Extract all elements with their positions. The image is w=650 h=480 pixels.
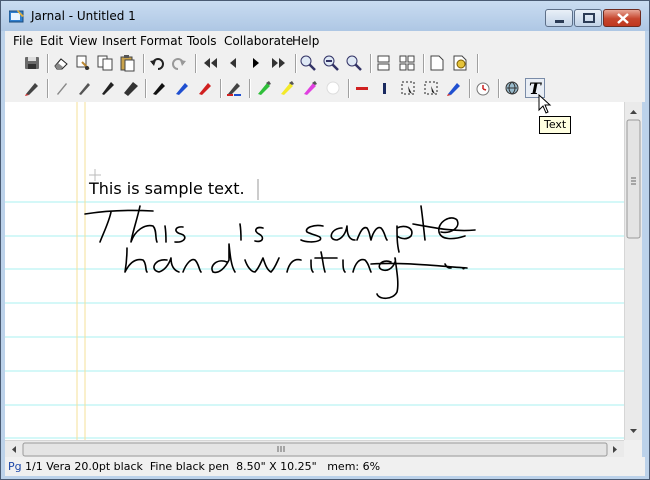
toolbar-separator <box>423 54 425 73</box>
red-pen-icon[interactable] <box>196 79 214 97</box>
broad-pencil-icon[interactable] <box>122 79 140 97</box>
next-page-icon[interactable] <box>247 54 265 72</box>
menu-file[interactable]: File <box>13 34 33 48</box>
menu-insert[interactable]: Insert <box>102 34 136 48</box>
menu-bar: File Edit View Insert Format Tools Colla… <box>5 31 645 51</box>
handwriting-ink <box>84 205 476 300</box>
horizontal-scrollbar-track <box>12 442 617 457</box>
undo-icon[interactable] <box>148 54 166 72</box>
scroll-down-icon <box>630 429 637 433</box>
sample-text-box[interactable]: This is sample text. <box>89 179 245 198</box>
toolbar-separator <box>477 54 479 73</box>
mouse-cursor-icon <box>538 94 552 114</box>
horizontal-scrollbar[interactable] <box>5 440 624 458</box>
status-bar: Pg 1/1 Vera 20.0pt black Fine black pen … <box>5 457 645 476</box>
close-icon <box>617 13 629 24</box>
toolbar-separator <box>469 79 471 98</box>
menu-format[interactable]: Format <box>140 34 182 48</box>
green-highlighter-icon[interactable] <box>255 79 273 97</box>
status-details: 1/1 Vera 20.0pt black Fine black pen 8.5… <box>25 460 381 473</box>
blue-pen-icon[interactable] <box>173 79 191 97</box>
toolbar-separator <box>370 54 372 73</box>
menu-help[interactable]: Help <box>292 34 319 48</box>
close-button[interactable] <box>603 9 641 27</box>
toolbar-separator <box>220 79 222 98</box>
vertical-scrollbar[interactable] <box>624 102 642 440</box>
save-icon[interactable] <box>23 54 41 72</box>
redo-icon[interactable] <box>170 54 188 72</box>
eraser-tool-icon[interactable] <box>445 79 463 97</box>
scroll-left-icon <box>12 446 16 453</box>
grid-layout-icon[interactable] <box>398 54 416 72</box>
toolbar-separator <box>348 79 350 98</box>
jarnal-app-icon <box>9 10 24 23</box>
magenta-highlighter-icon[interactable] <box>301 79 319 97</box>
scroll-up-icon <box>630 110 637 114</box>
zoom-fit-icon[interactable] <box>345 54 363 72</box>
thick-pencil-icon[interactable] <box>99 79 117 97</box>
maximize-icon <box>583 13 595 23</box>
clock-icon[interactable] <box>474 79 492 97</box>
menu-view[interactable]: View <box>69 34 97 48</box>
cut-icon[interactable] <box>74 54 92 72</box>
pen-mix-icon[interactable] <box>225 79 243 97</box>
menu-tools[interactable]: Tools <box>187 34 217 48</box>
window-title: Jarnal - Untitled 1 <box>31 9 136 23</box>
text-tool-tooltip: Text <box>539 116 572 134</box>
paste-icon[interactable] <box>118 54 136 72</box>
page-label: Pg <box>8 460 22 473</box>
notebook-page <box>5 102 624 440</box>
zoom-in-icon[interactable] <box>299 54 317 72</box>
toolbar-separator <box>143 54 145 73</box>
toolbar-separator <box>47 79 49 98</box>
scroll-right-icon <box>613 446 617 453</box>
select-rect-icon[interactable] <box>399 79 417 97</box>
zoom-out-icon[interactable] <box>322 54 340 72</box>
settings-page-icon[interactable] <box>451 54 469 72</box>
first-page-icon[interactable] <box>201 54 219 72</box>
vertical-scroll-thumb <box>626 119 641 239</box>
minimize-button[interactable] <box>545 9 573 27</box>
menu-collaborate[interactable]: Collaborate <box>224 34 293 48</box>
select-lasso-icon[interactable] <box>422 79 440 97</box>
white-pen-icon[interactable] <box>324 79 342 97</box>
blue-dash-icon[interactable] <box>376 79 394 97</box>
title-bar: Jarnal - Untitled 1 <box>1 1 649 31</box>
previous-page-icon[interactable] <box>224 54 242 72</box>
maximize-button[interactable] <box>574 9 602 27</box>
document-canvas[interactable]: This is sample text. <box>5 102 624 440</box>
red-line-icon[interactable] <box>353 79 371 97</box>
application-window: Jarnal - Untitled 1 File Edit View Inser… <box>0 0 650 480</box>
toolbar-separator <box>145 79 147 98</box>
toolbar-separator <box>47 54 49 73</box>
yellow-highlighter-icon[interactable] <box>278 79 296 97</box>
toolbar-separator <box>249 79 251 98</box>
toolbar-separator <box>195 54 197 73</box>
page-layout-icon[interactable] <box>375 54 393 72</box>
scrollbar-corner <box>624 440 642 457</box>
black-pen-icon[interactable] <box>150 79 168 97</box>
horizontal-scroll-thumb <box>22 442 608 457</box>
eraser-icon[interactable] <box>52 54 70 72</box>
globe-icon[interactable] <box>503 79 521 97</box>
new-page-icon[interactable] <box>428 54 446 72</box>
copy-icon[interactable] <box>96 54 114 72</box>
minimize-icon <box>555 20 564 23</box>
medium-pencil-icon[interactable] <box>76 79 94 97</box>
main-toolbar <box>5 51 645 76</box>
toolbar-separator <box>295 54 297 73</box>
pen-color-icon[interactable] <box>23 79 41 97</box>
toolbar-separator <box>498 79 500 98</box>
menu-edit[interactable]: Edit <box>40 34 63 48</box>
fine-pencil-icon[interactable] <box>53 79 71 97</box>
last-page-icon[interactable] <box>270 54 288 72</box>
vertical-scrollbar-track <box>626 110 641 433</box>
